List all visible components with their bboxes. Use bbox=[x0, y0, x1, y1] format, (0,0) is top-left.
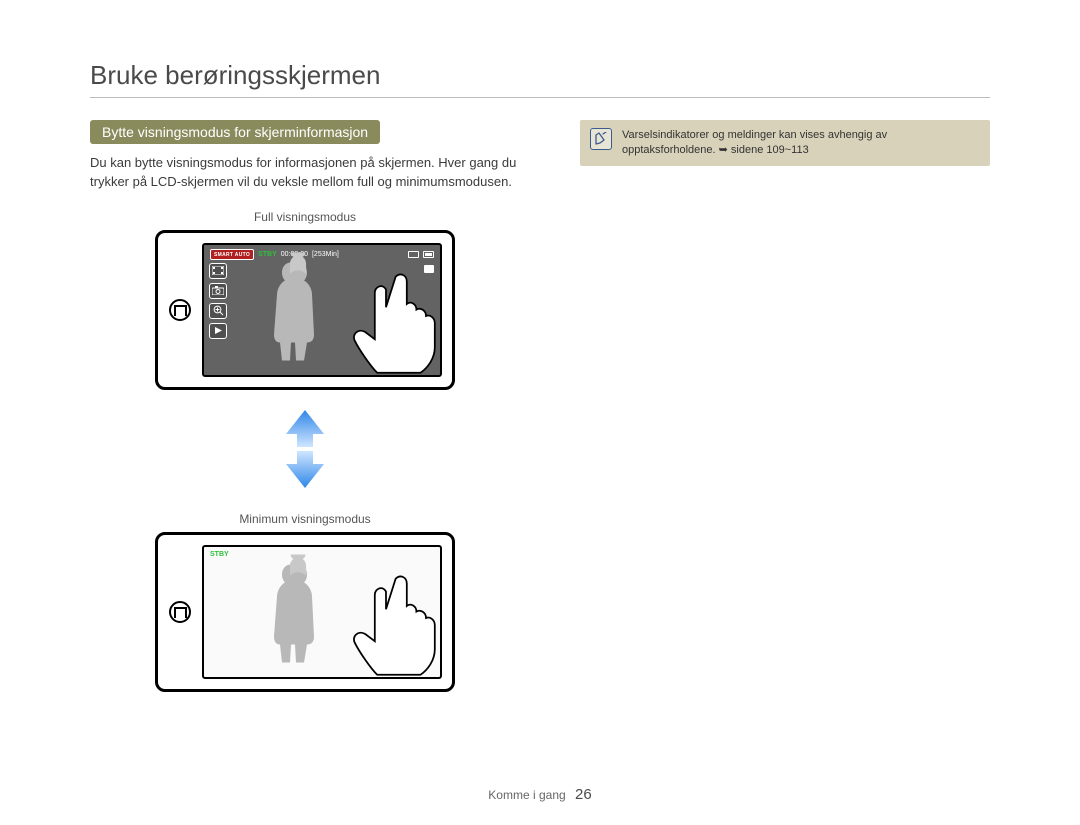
note-box: Varselsindikatorer og meldinger kan vise… bbox=[580, 120, 990, 166]
double-arrow-icon bbox=[284, 410, 326, 488]
play-icon bbox=[209, 323, 227, 339]
screen-min: STBY bbox=[202, 545, 442, 679]
camera-icon bbox=[209, 283, 227, 299]
section-heading: Bytte visningsmodus for skjerminformasjo… bbox=[90, 120, 380, 144]
plug-icon bbox=[408, 251, 419, 258]
note-page-ref: sidene 109~113 bbox=[731, 144, 809, 156]
home-icon bbox=[169, 601, 191, 623]
device-min: STBY bbox=[155, 532, 455, 692]
caption-min: Minimum visningsmodus bbox=[239, 512, 370, 526]
stby-label: STBY bbox=[210, 551, 229, 558]
footer-section: Komme i gang bbox=[488, 788, 565, 802]
note-icon bbox=[590, 128, 612, 150]
page-title: Bruke berøringsskjermen bbox=[90, 60, 990, 91]
hand-tap-icon bbox=[346, 574, 442, 679]
body-text: Du kan bytte visningsmodus for informasj… bbox=[90, 154, 520, 192]
note-arrow-icon: ➥ bbox=[719, 144, 728, 156]
divider bbox=[90, 97, 990, 98]
film-icon bbox=[209, 263, 227, 279]
home-icon bbox=[169, 299, 191, 321]
zoom-icon bbox=[209, 303, 227, 319]
hand-tap-icon bbox=[346, 272, 442, 377]
battery-icon bbox=[423, 251, 434, 258]
footer-page-number: 26 bbox=[575, 786, 592, 803]
smart-auto-icon: SMART AUTO bbox=[210, 249, 254, 260]
screen-full: SMART AUTO STBY 00:00:00 [253Min] bbox=[202, 243, 442, 377]
caption-full: Full visningsmodus bbox=[254, 210, 356, 224]
device-full: SMART AUTO STBY 00:00:00 [253Min] bbox=[155, 230, 455, 390]
